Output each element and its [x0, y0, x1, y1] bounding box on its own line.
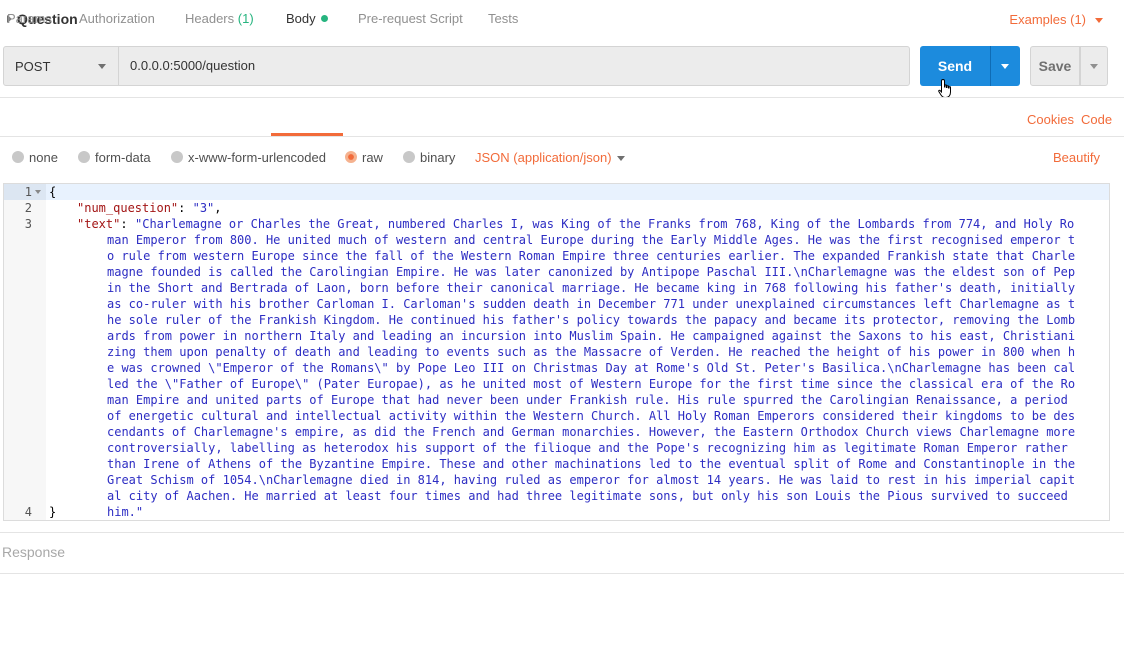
send-options-button[interactable] [990, 46, 1020, 86]
json-value-text: "Charlemagne or Charles the Great, numbe… [107, 217, 1076, 519]
chevron-down-icon[interactable] [617, 156, 625, 161]
response-label: Response [2, 544, 66, 560]
save-button[interactable]: Save [1030, 46, 1080, 86]
beautify-link[interactable]: Beautify [1053, 150, 1100, 165]
line-number: 4 [24, 505, 32, 519]
method-select[interactable]: POST [3, 46, 119, 86]
chevron-down-icon [1001, 64, 1009, 69]
radio-urlencoded-label[interactable]: x-www-form-urlencoded [188, 150, 326, 165]
tab-body[interactable]: Body [286, 11, 328, 26]
headers-count-badge: (1) [237, 11, 254, 26]
tab-headers-label: Headers [185, 11, 235, 26]
save-options-button[interactable] [1080, 46, 1108, 86]
radio-none-label[interactable]: none [29, 150, 58, 165]
line-number: 3 [24, 217, 32, 231]
code-link[interactable]: Code [1081, 112, 1112, 127]
fold-caret-icon[interactable] [35, 190, 41, 194]
tab-headers[interactable]: Headers (1) [185, 11, 254, 26]
method-label: POST [15, 59, 51, 74]
line-number: 1 [24, 185, 32, 199]
code-open-brace: { [49, 185, 57, 199]
tab-pre-request-label: Pre-request Script [358, 11, 463, 26]
tab-params[interactable]: Params [7, 11, 52, 26]
radio-raw-label[interactable]: raw [362, 150, 383, 165]
radio-form-data[interactable] [78, 151, 90, 163]
tab-tests[interactable]: Tests [488, 11, 518, 26]
send-button[interactable]: Send [920, 46, 990, 86]
tab-params-label: Params [7, 11, 52, 26]
examples-caret-icon[interactable] [1095, 18, 1103, 23]
divider [0, 532, 1124, 533]
radio-x-www-form-urlencoded[interactable] [171, 151, 183, 163]
divider [0, 573, 1124, 574]
url-input[interactable]: 0.0.0.0:5000/question [118, 46, 910, 86]
cookies-link[interactable]: Cookies [1027, 112, 1074, 127]
divider [0, 136, 1124, 137]
content-type-select[interactable]: JSON (application/json) [475, 150, 612, 165]
radio-binary-label[interactable]: binary [420, 150, 455, 165]
chevron-down-icon [98, 64, 106, 69]
json-value-num-question: "3" [192, 201, 215, 215]
tab-pre-request-script[interactable]: Pre-request Script [358, 11, 463, 26]
tab-tests-label: Tests [488, 11, 519, 26]
radio-raw[interactable] [345, 151, 357, 163]
editor-gutter [4, 184, 46, 520]
chevron-down-icon [1090, 64, 1098, 69]
body-indicator-dot-icon [320, 15, 328, 22]
line-number: 2 [24, 201, 32, 215]
examples-dropdown[interactable]: Examples (1) [1009, 12, 1086, 27]
radio-binary[interactable] [403, 151, 415, 163]
code-line-num-question: "num_question": "3", [77, 201, 222, 215]
active-line-highlight [4, 184, 1109, 200]
tab-body-label: Body [286, 11, 316, 26]
tab-authorization[interactable]: Authorization [79, 11, 155, 26]
radio-none[interactable] [12, 151, 24, 163]
radio-form-data-label[interactable]: form-data [95, 150, 151, 165]
tab-authorization-label: Authorization [79, 11, 155, 26]
code-close-brace: } [49, 505, 57, 519]
divider [0, 97, 1124, 98]
json-key-num-question: "num_question" [77, 201, 179, 215]
body-editor[interactable]: 1 2 3 4 { "num_question": "3", "text": "… [3, 183, 1110, 521]
